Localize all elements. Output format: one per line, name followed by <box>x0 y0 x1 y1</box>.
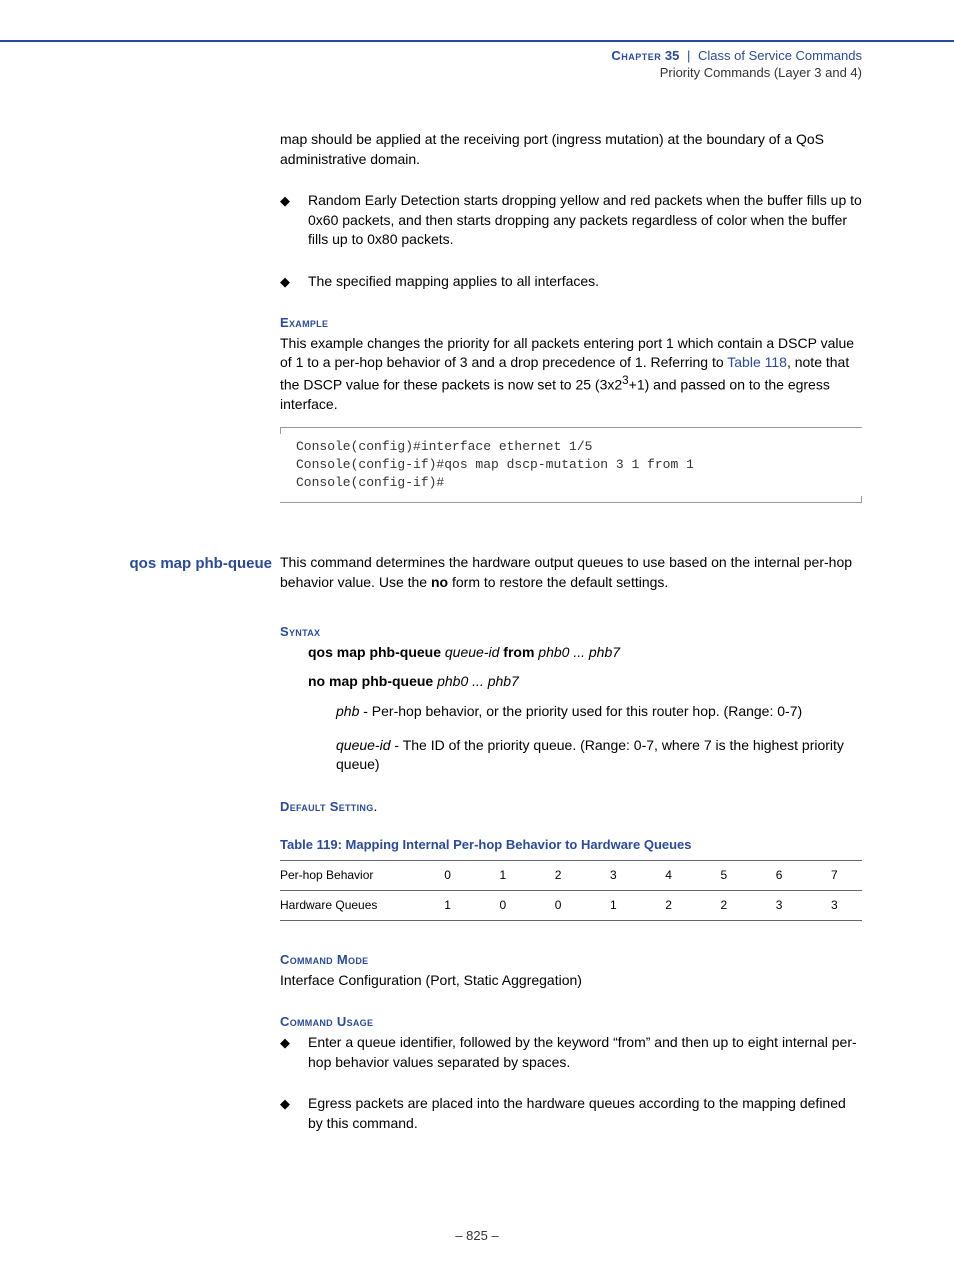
syntax-arg-2: phb0 ... phb7 <box>538 644 620 660</box>
table-row-phb: Per-hop Behavior 0 1 2 3 4 5 6 7 <box>280 861 862 891</box>
chapter-number: 35 <box>665 48 679 63</box>
syntax-kw-2: from <box>503 644 534 660</box>
table-cell: 3 <box>586 861 641 891</box>
syntax-line-2: no map phb-queue phb0 ... phb7 <box>308 672 862 692</box>
example-heading: Example <box>280 314 862 332</box>
chapter-title: Class of Service Commands <box>698 48 862 63</box>
row-label-phb: Per-hop Behavior <box>280 861 420 891</box>
page-header: Chapter 35 | Class of Service Commands P… <box>0 42 954 80</box>
table-cell: 0 <box>420 861 475 891</box>
table-cell: 0 <box>475 891 530 921</box>
table-row-queue: Hardware Queues 1 0 0 1 2 2 3 3 <box>280 891 862 921</box>
syntax-block: qos map phb-queue queue-id from phb0 ...… <box>308 643 862 775</box>
chapter-label: Chapter <box>611 48 661 63</box>
page-footer: – 825 – <box>0 1228 954 1243</box>
table-cell: 3 <box>752 891 807 921</box>
table-118-link[interactable]: Table 118 <box>727 354 787 370</box>
syntax-arg-1: queue-id <box>445 644 500 660</box>
intro-paragraph: map should be applied at the receiving p… <box>280 130 862 169</box>
table-cell: 1 <box>420 891 475 921</box>
example-text: This example changes the priority for al… <box>280 334 862 415</box>
table-119: Per-hop Behavior 0 1 2 3 4 5 6 7 Hardwar… <box>280 860 862 921</box>
syntax-no-kw: no map phb-queue <box>308 673 433 689</box>
table-cell: 3 <box>807 891 862 921</box>
param-queueid-name: queue-id <box>336 737 391 753</box>
example-code-block: Console(config)#interface ethernet 1/5 C… <box>280 427 862 504</box>
table-cell: 7 <box>807 861 862 891</box>
param-queue-id: queue-id - The ID of the priority queue.… <box>336 736 862 775</box>
header-line-1: Chapter 35 | Class of Service Commands <box>0 48 862 63</box>
param-phb-name: phb <box>336 703 359 719</box>
syntax-line-1: qos map phb-queue queue-id from phb0 ...… <box>308 643 862 663</box>
table-cell: 4 <box>641 861 696 891</box>
command-description: This command determines the hardware out… <box>280 553 862 592</box>
table-cell: 1 <box>586 891 641 921</box>
command-row: qos map phb-queue This command determine… <box>80 553 862 592</box>
syntax-no-arg: phb0 ... phb7 <box>437 673 519 689</box>
syntax-heading: Syntax <box>280 623 862 641</box>
intro-bullet-2: The specified mapping applies to all int… <box>280 272 862 292</box>
default-setting-row: Default Setting. <box>280 797 862 817</box>
command-desc-post: form to restore the default settings. <box>448 574 668 590</box>
table-cell: 2 <box>531 861 586 891</box>
header-separator: | <box>683 48 694 63</box>
table-cell: 2 <box>641 891 696 921</box>
param-phb: phb - Per-hop behavior, or the priority … <box>336 702 862 722</box>
default-setting-dot: . <box>374 798 378 814</box>
param-phb-desc: - Per-hop behavior, or the priority used… <box>359 703 802 719</box>
header-subtitle: Priority Commands (Layer 3 and 4) <box>0 65 862 80</box>
row-label-queue: Hardware Queues <box>280 891 420 921</box>
command-mode-text: Interface Configuration (Port, Static Ag… <box>280 971 862 991</box>
command-no-keyword: no <box>431 574 448 590</box>
syntax-kw-1: qos map phb-queue <box>308 644 441 660</box>
content-area: map should be applied at the receiving p… <box>280 130 862 1133</box>
intro-bullet-1: Random Early Detection starts dropping y… <box>280 191 862 250</box>
usage-bullet-1: Enter a queue identifier, followed by th… <box>280 1033 862 1072</box>
page: Chapter 35 | Class of Service Commands P… <box>0 40 954 1275</box>
param-queueid-desc: - The ID of the priority queue. (Range: … <box>336 737 844 773</box>
table-cell: 6 <box>752 861 807 891</box>
usage-bullet-2: Egress packets are placed into the hardw… <box>280 1094 862 1133</box>
table-119-title: Table 119: Mapping Internal Per-hop Beha… <box>280 836 862 854</box>
command-name: qos map phb-queue <box>80 553 280 574</box>
table-cell: 5 <box>696 861 751 891</box>
table-cell: 2 <box>696 891 751 921</box>
default-setting-heading: Default Setting <box>280 799 374 814</box>
table-cell: 1 <box>475 861 530 891</box>
command-usage-heading: Command Usage <box>280 1013 862 1031</box>
command-mode-heading: Command Mode <box>280 951 862 969</box>
table-cell: 0 <box>531 891 586 921</box>
